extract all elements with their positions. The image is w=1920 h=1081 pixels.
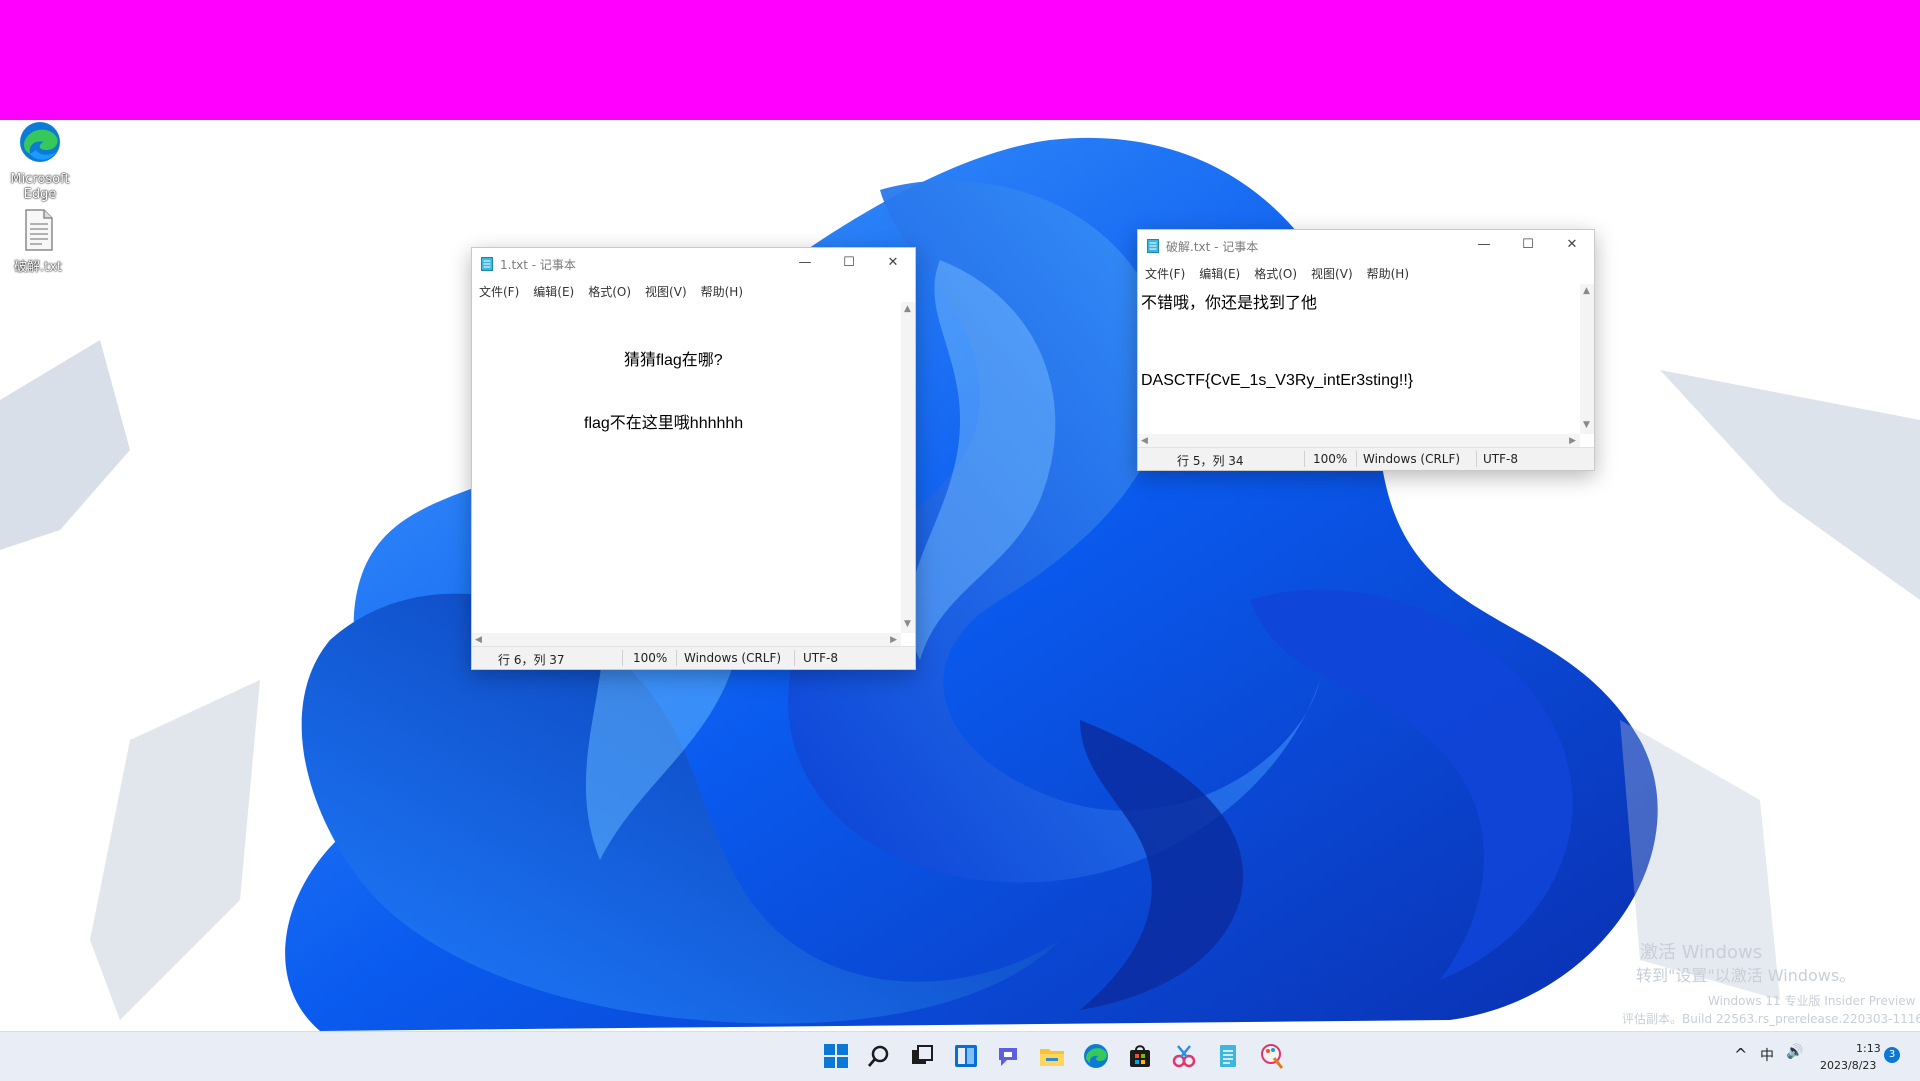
menu-view[interactable]: 视图(V) — [1304, 262, 1360, 284]
activation-watermark-title: 激活 Windows — [1640, 942, 1763, 963]
menu-file[interactable]: 文件(F) — [472, 280, 526, 302]
line-ending: Windows (CRLF) — [1363, 452, 1461, 466]
desktop-icon-edge[interactable]: Microsoft Edge — [0, 120, 80, 202]
menu-format[interactable]: 格式(O) — [1247, 262, 1304, 284]
widgets-icon[interactable] — [952, 1042, 980, 1070]
volume-icon[interactable]: 🔊 — [1786, 1044, 1803, 1060]
search-icon[interactable] — [865, 1042, 893, 1070]
notepad-window-crack-txt[interactable]: 破解.txt - 记事本 — ☐ ✕ 文件(F) 编辑(E) 格式(O) 视图(… — [1137, 229, 1595, 471]
menu-help[interactable]: 帮助(H) — [694, 280, 750, 302]
activation-watermark-subtitle: 转到"设置"以激活 Windows。 — [1636, 966, 1856, 985]
desktop: Microsoft Edge 破解.txt 激活 Windows 转到"设置"以… — [0, 120, 1920, 1031]
maximize-button[interactable]: ☐ — [1506, 230, 1550, 262]
show-hidden-icons-chevron[interactable]: ^ — [1734, 1045, 1747, 1064]
notification-badge[interactable]: 3 — [1884, 1047, 1900, 1063]
file-explorer-icon[interactable] — [1038, 1042, 1066, 1070]
ime-indicator[interactable]: 中 — [1760, 1045, 1774, 1065]
edge-icon[interactable] — [1082, 1042, 1110, 1070]
clock-time[interactable]: 1:13 — [1856, 1042, 1881, 1055]
menu-format[interactable]: 格式(O) — [581, 280, 638, 302]
menu-view[interactable]: 视图(V) — [638, 280, 694, 302]
store-icon[interactable] — [1126, 1042, 1154, 1070]
scroll-left-arrow-icon[interactable]: ◀ — [475, 635, 482, 645]
window-title: 破解.txt - 记事本 — [1166, 240, 1259, 254]
desktop-icon-label: Microsoft — [10, 172, 70, 187]
wallpaper — [0, 137, 1920, 1031]
close-button[interactable]: ✕ — [1550, 230, 1594, 262]
scroll-up-arrow-icon[interactable]: ▲ — [1583, 286, 1590, 296]
notepad-window-1txt[interactable]: 1.txt - 记事本 — ☐ ✕ 文件(F) 编辑(E) 格式(O) 视图(V… — [471, 247, 916, 670]
notepad-icon — [481, 257, 493, 271]
window-title: 1.txt - 记事本 — [500, 258, 576, 272]
cursor-position: 行 6，列 37 — [498, 653, 565, 667]
chat-icon[interactable] — [995, 1042, 1023, 1070]
status-bar: 行 6，列 37 100% Windows (CRLF) UTF-8 — [472, 646, 915, 669]
line-ending: Windows (CRLF) — [684, 651, 782, 665]
close-button[interactable]: ✕ — [871, 248, 915, 280]
notepad-icon[interactable] — [1214, 1042, 1242, 1070]
scroll-down-arrow-icon[interactable]: ▼ — [1583, 420, 1590, 430]
task-view-icon[interactable] — [908, 1042, 936, 1070]
zoom-level: 100% — [633, 651, 668, 665]
encoding: UTF-8 — [1483, 452, 1518, 466]
text-editor[interactable]: 不错哦，你还是找到了他 DASCTF{CvE_1s_V3Ry_intEr3sti… — [1138, 284, 1580, 434]
title-bar[interactable]: 破解.txt - 记事本 — ☐ ✕ — [1138, 230, 1594, 262]
scroll-right-arrow-icon[interactable]: ▶ — [890, 635, 897, 645]
build-watermark-edition: Windows 11 专业版 Insider Preview — [1708, 994, 1916, 1008]
horizontal-scrollbar[interactable]: ◀ ▶ — [1138, 434, 1580, 448]
scroll-left-arrow-icon[interactable]: ◀ — [1141, 436, 1148, 446]
minimize-button[interactable]: — — [783, 248, 827, 280]
paint-icon[interactable] — [1258, 1042, 1286, 1070]
clock-date[interactable]: 2023/8/23 — [1820, 1059, 1876, 1072]
menu-bar: 文件(F) 编辑(E) 格式(O) 视图(V) 帮助(H) — [1138, 262, 1594, 284]
maximize-button[interactable]: ☐ — [827, 248, 871, 280]
build-watermark-build: 评估副本。Build 22563.rs_prerelease.220303-11… — [1622, 1012, 1920, 1026]
scroll-up-arrow-icon[interactable]: ▲ — [904, 304, 911, 314]
vertical-scrollbar[interactable]: ▲ ▼ — [1580, 284, 1594, 434]
scroll-right-arrow-icon[interactable]: ▶ — [1569, 436, 1576, 446]
edge-icon — [20, 122, 60, 162]
status-bar: 行 5，列 34 100% Windows (CRLF) UTF-8 — [1138, 447, 1594, 470]
text-line: 猜猜flag在哪? — [624, 352, 723, 369]
flag-text-line: DASCTF{CvE_1s_V3Ry_intEr3sting!!} — [1141, 372, 1414, 389]
horizontal-scrollbar[interactable]: ◀ ▶ — [472, 633, 901, 647]
text-file-icon — [25, 209, 53, 251]
menu-help[interactable]: 帮助(H) — [1360, 262, 1416, 284]
snipping-tool-icon[interactable] — [1170, 1042, 1198, 1070]
start-icon[interactable] — [822, 1042, 850, 1070]
cursor-position: 行 5，列 34 — [1177, 454, 1244, 468]
menu-edit[interactable]: 编辑(E) — [1192, 262, 1247, 284]
desktop-icon-crack-txt[interactable]: 破解.txt — [0, 206, 78, 275]
vertical-scrollbar[interactable]: ▲ ▼ — [901, 302, 915, 633]
text-line: 不错哦，你还是找到了他 — [1141, 295, 1318, 312]
title-bar[interactable]: 1.txt - 记事本 — ☐ ✕ — [472, 248, 915, 280]
magenta-top-bar — [0, 0, 1920, 120]
notepad-icon — [1147, 239, 1159, 253]
text-editor[interactable]: 猜猜flag在哪? flag不在这里哦hhhhhh — [472, 302, 901, 633]
menu-bar: 文件(F) 编辑(E) 格式(O) 视图(V) 帮助(H) — [472, 280, 915, 302]
encoding: UTF-8 — [803, 651, 838, 665]
text-line: flag不在这里哦hhhhhh — [584, 415, 744, 432]
taskbar: ^ 中 🔊 1:13 2023/8/23 3 — [0, 1031, 1920, 1081]
scroll-down-arrow-icon[interactable]: ▼ — [904, 619, 911, 629]
menu-file[interactable]: 文件(F) — [1138, 262, 1192, 284]
desktop-icon-label: 破解.txt — [13, 260, 63, 275]
desktop-icon-label: Edge — [23, 187, 57, 202]
menu-edit[interactable]: 编辑(E) — [526, 280, 581, 302]
zoom-level: 100% — [1313, 452, 1348, 466]
minimize-button[interactable]: — — [1462, 230, 1506, 262]
